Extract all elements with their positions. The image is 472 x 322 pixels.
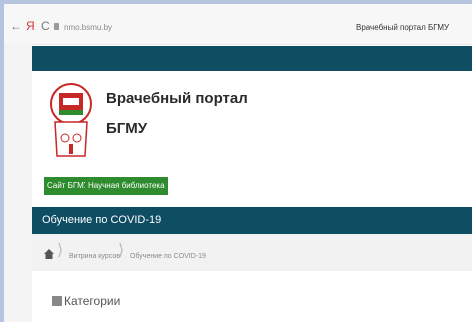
breadcrumb-separator-icon: ⟩ — [118, 242, 125, 259]
home-icon[interactable] — [44, 249, 54, 259]
tab-title: Врачебный портал БГМУ — [356, 23, 450, 32]
yandex-icon[interactable]: Я — [26, 20, 35, 32]
folder-icon — [52, 296, 62, 306]
categories-heading: Категории — [64, 294, 121, 308]
back-icon[interactable]: ← — [10, 20, 22, 32]
browser-window: ← Я C nmo.bsmu.by Врачебный портал БГМУ … — [4, 4, 472, 322]
breadcrumb-separator-icon: ⟩ — [57, 242, 64, 259]
top-navbar — [32, 46, 472, 71]
breadcrumb-item-course[interactable]: Обучение по COVID-19 — [130, 253, 206, 260]
reload-icon[interactable]: C — [41, 20, 50, 32]
library-button[interactable]: Научная библиотека — [85, 177, 168, 195]
breadcrumb-item-catalog[interactable]: Витрина курсов — [69, 253, 120, 260]
site-name-line1: Врачебный портал — [106, 90, 248, 107]
sidebar — [4, 44, 32, 322]
bsmu-logo-icon — [50, 83, 92, 157]
course-title: Обучение по COVID-19 — [42, 214, 162, 226]
address-bar[interactable]: nmo.bsmu.by — [64, 23, 112, 32]
lock-icon — [54, 23, 59, 30]
site-name-line2: БГМУ — [106, 120, 148, 137]
